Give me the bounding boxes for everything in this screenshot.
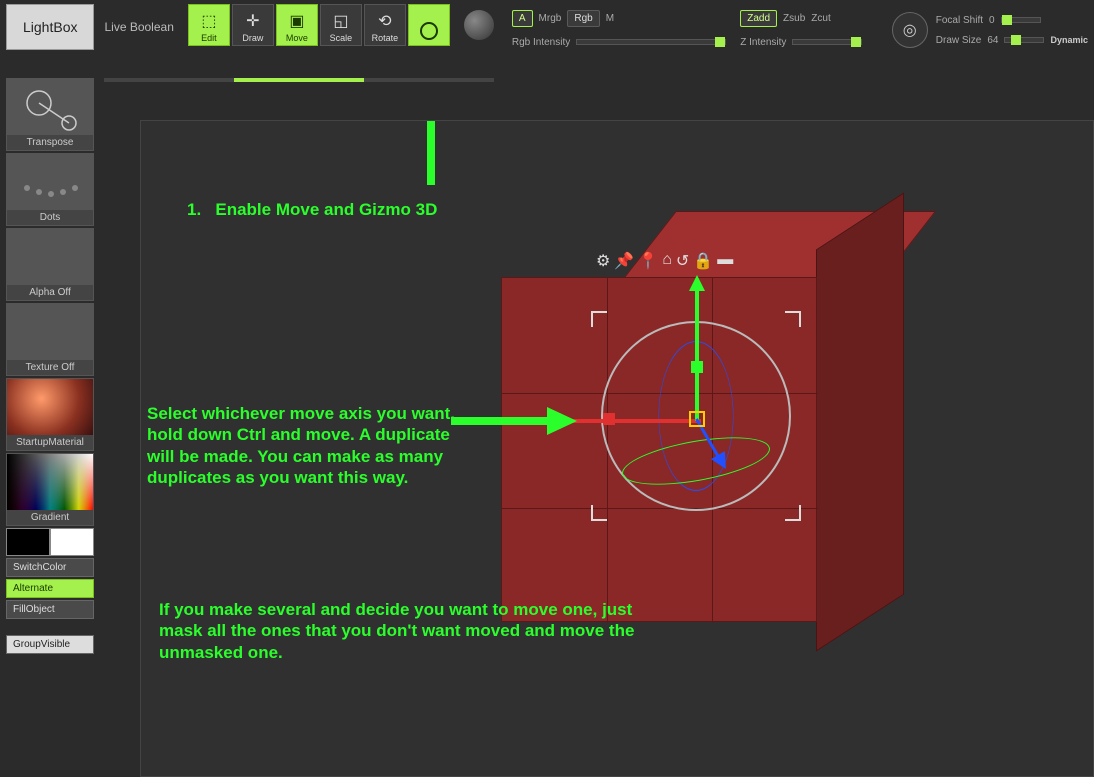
gizmo3d-icon: [420, 22, 438, 40]
dots-label: Dots: [38, 210, 63, 225]
step1-text: Enable Move and Gizmo 3D: [215, 200, 437, 219]
transpose-icon: [7, 79, 93, 135]
arrow-to-gizmo: [411, 120, 451, 195]
z-intensity-slider[interactable]: [792, 39, 862, 45]
home-icon[interactable]: ⌂: [662, 251, 672, 271]
color-swatches: [6, 528, 94, 556]
brush-icon[interactable]: ◎: [892, 12, 928, 48]
main-color-swatch[interactable]: [6, 528, 50, 556]
draw-tool-label: Draw: [242, 33, 263, 43]
marker-icon[interactable]: 📍: [638, 251, 658, 271]
move-icon: ▣: [289, 11, 304, 31]
gizmo-3d-manipulator[interactable]: [591, 311, 851, 571]
color-picker[interactable]: Gradient: [6, 453, 94, 526]
focal-shift-slider[interactable]: [1001, 17, 1041, 23]
gizmo-center[interactable]: [689, 411, 705, 427]
gradient-swatch[interactable]: [7, 454, 93, 510]
undo-icon[interactable]: ↺: [676, 251, 689, 271]
mrgb-toggle[interactable]: Mrgb: [539, 13, 562, 24]
tool-underline: [104, 78, 494, 82]
zadd-toggle[interactable]: Zadd: [740, 10, 777, 27]
rotate-tool-button[interactable]: ⟲ Rotate: [364, 4, 406, 46]
alpha-toggle[interactable]: A: [512, 10, 533, 27]
gizmo3d-tool-button[interactable]: [408, 4, 450, 46]
gizmo-frame-corner[interactable]: [591, 311, 607, 327]
edit-mode-tools: ⬚ Edit ✛ Draw ▣ Move ◱ Scale ⟲ Rotate: [188, 4, 450, 46]
texture-slot[interactable]: Texture Off: [6, 303, 94, 376]
m-toggle[interactable]: M: [606, 13, 614, 24]
move-tool-label: Move: [286, 33, 308, 43]
z-controls: Zadd Zsub Zcut Z Intensity: [740, 8, 862, 52]
draw-icon: ✛: [246, 11, 259, 31]
gizmo-frame-corner[interactable]: [785, 311, 801, 327]
rgb-intensity-slider[interactable]: [576, 39, 726, 45]
focal-shift-label: Focal Shift: [936, 15, 983, 26]
rgb-toggle[interactable]: Rgb: [567, 10, 599, 27]
edit-tool-button[interactable]: ⬚ Edit: [188, 4, 230, 46]
stroke-slot[interactable]: Dots: [6, 153, 94, 226]
dynamic-toggle[interactable]: Dynamic: [1050, 35, 1088, 45]
gizmo-frame-corner[interactable]: [785, 505, 801, 521]
gizmo-toolbar: ⚙ 📌 📍 ⌂ ↺ 🔒 ▬: [596, 251, 733, 271]
edit-tool-label: Edit: [201, 33, 217, 43]
gizmo-y-handle[interactable]: [691, 361, 703, 373]
scale-tool-button[interactable]: ◱ Scale: [320, 4, 362, 46]
alpha-thumbnail: [7, 229, 93, 285]
live-boolean-toggle[interactable]: Live Boolean: [100, 4, 177, 50]
arrow-to-move: [281, 120, 321, 195]
material-thumbnail: [7, 379, 93, 435]
z-intensity-label: Z Intensity: [740, 37, 786, 48]
annotation-step2: Select whichever move axis you want, hol…: [147, 403, 477, 488]
material-slot[interactable]: StartupMaterial: [6, 378, 94, 451]
annotation-note: If you make several and decide you want …: [159, 599, 639, 663]
gizmo-y-axis[interactable]: [695, 281, 699, 421]
dots-icon: [7, 154, 93, 210]
rgb-controls: A Mrgb Rgb M Rgb Intensity: [512, 8, 726, 52]
texture-label: Texture Off: [24, 360, 77, 375]
edit-icon: ⬚: [201, 11, 216, 31]
pin-icon[interactable]: 📌: [614, 251, 634, 271]
alternate-button[interactable]: Alternate: [6, 579, 94, 598]
transpose-label: Transpose: [25, 135, 76, 150]
draw-tool-button[interactable]: ✛ Draw: [232, 4, 274, 46]
annotation-step1: 1. Enable Move and Gizmo 3D: [187, 199, 437, 220]
move-tool-button[interactable]: ▣ Move: [276, 4, 318, 46]
material-label: StartupMaterial: [14, 435, 86, 450]
minus-icon[interactable]: ▬: [717, 251, 733, 271]
rotate-tool-label: Rotate: [372, 33, 399, 43]
gizmo-frame-corner[interactable]: [591, 505, 607, 521]
gizmo-x-handle[interactable]: [603, 413, 615, 425]
top-toolbar: LightBox Live Boolean ⬚ Edit ✛ Draw ▣ Mo…: [0, 0, 1094, 56]
fill-object-button[interactable]: FillObject: [6, 600, 94, 619]
draw-size-label: Draw Size: [936, 35, 982, 46]
zsub-toggle[interactable]: Zsub: [783, 13, 805, 24]
left-tool-panel: Transpose Dots Alpha Off Texture Off Sta…: [6, 78, 94, 654]
material-sphere-button[interactable]: [464, 10, 494, 40]
arrow-to-axis: [451, 401, 581, 441]
focal-shift-value: 0: [989, 15, 995, 26]
step1-number: 1.: [187, 200, 201, 219]
texture-thumbnail: [7, 304, 93, 360]
draw-size-value: 64: [987, 35, 998, 46]
zcut-toggle[interactable]: Zcut: [811, 13, 830, 24]
alpha-slot[interactable]: Alpha Off: [6, 228, 94, 301]
lightbox-button[interactable]: LightBox: [6, 4, 94, 50]
rgb-intensity-label: Rgb Intensity: [512, 37, 570, 48]
switch-color-button[interactable]: SwitchColor: [6, 558, 94, 577]
secondary-color-swatch[interactable]: [50, 528, 94, 556]
gradient-label: Gradient: [29, 510, 71, 525]
group-visible-button[interactable]: GroupVisible: [6, 635, 94, 654]
draw-size-slider[interactable]: [1004, 37, 1044, 43]
brush-controls: ◎ Focal Shift 0 Draw Size 64 Dynamic: [892, 4, 1088, 50]
rotate-icon: ⟲: [378, 11, 391, 31]
alpha-label: Alpha Off: [27, 285, 73, 300]
scale-icon: ◱: [333, 11, 348, 31]
3d-viewport[interactable]: ⚙ 📌 📍 ⌂ ↺ 🔒 ▬ 1. Enable Move and Gizmo 3…: [140, 120, 1094, 777]
gear-icon[interactable]: ⚙: [596, 251, 610, 271]
transpose-brush-slot[interactable]: Transpose: [6, 78, 94, 151]
scale-tool-label: Scale: [330, 33, 353, 43]
